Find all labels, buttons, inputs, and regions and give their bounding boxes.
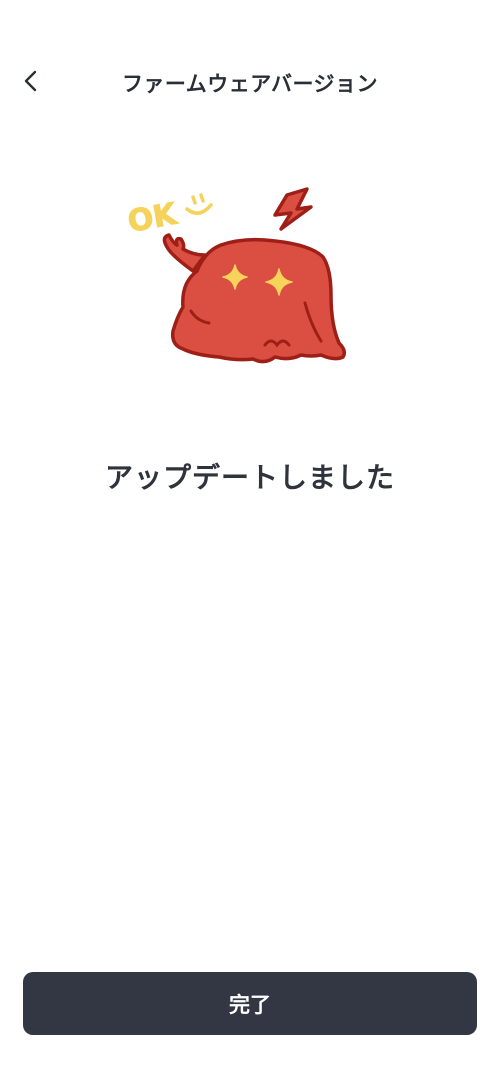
lightning-icon [273,187,313,231]
status-message: アップデートしました [104,461,395,494]
header-bar: ファームウェアバージョン [0,50,500,110]
ok-mascot-illustration: OK [125,187,347,364]
ok-text: OK [125,196,181,239]
done-button[interactable]: 完了 [23,972,477,1035]
done-button-label: 完了 [229,992,271,1017]
page-title: ファームウェアバージョン [121,72,379,96]
smile-mark [185,193,213,215]
